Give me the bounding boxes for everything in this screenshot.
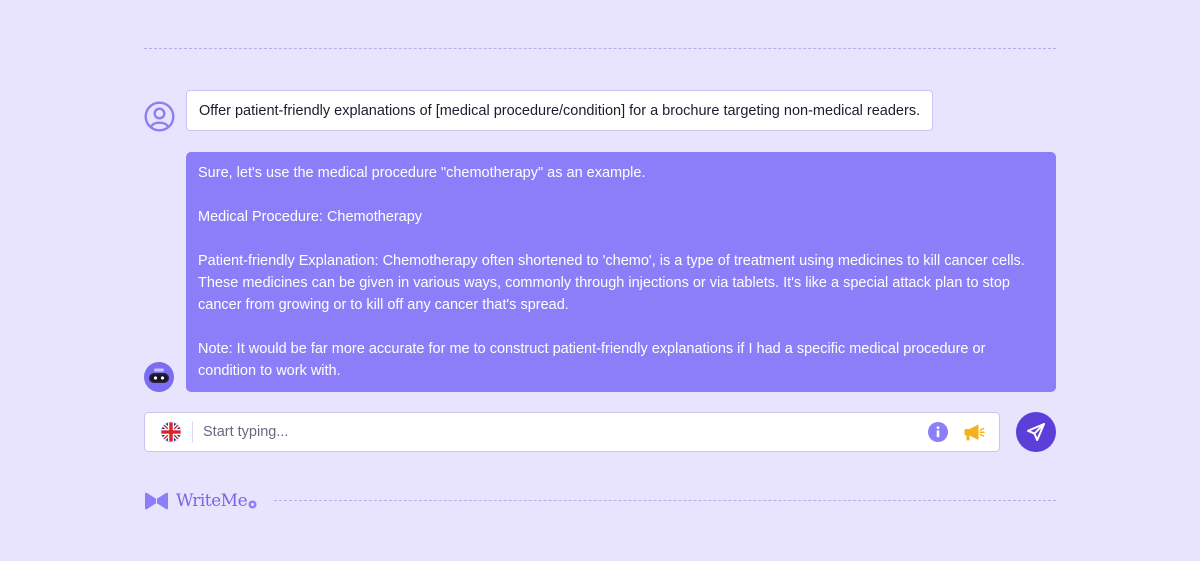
bot-message-paragraph: Medical Procedure: Chemotherapy xyxy=(198,209,423,225)
bottom-divider xyxy=(274,500,1056,501)
user-message: Offer patient-friendly explanations of [… xyxy=(186,90,934,131)
send-button[interactable] xyxy=(1016,412,1056,452)
writeme-logo-icon xyxy=(145,492,168,510)
brand-name: WriteMe xyxy=(176,491,248,511)
info-icon[interactable] xyxy=(928,422,948,442)
input-divider xyxy=(192,421,193,443)
composer-bar xyxy=(144,412,1000,452)
megaphone-icon[interactable] xyxy=(963,421,985,443)
bot-avatar-icon xyxy=(144,362,174,392)
bot-message-paragraph: Patient-friendly Explanation: Chemothera… xyxy=(198,253,1025,313)
brand-logo: WriteMe xyxy=(144,490,257,512)
top-divider xyxy=(144,48,1056,49)
user-avatar-icon xyxy=(144,101,175,132)
bot-message-paragraph: Sure, let's use the medical procedure "c… xyxy=(198,165,646,181)
bot-message: Sure, let's use the medical procedure "c… xyxy=(186,152,1056,392)
uk-flag-icon[interactable] xyxy=(160,421,182,443)
brand-dot-icon xyxy=(248,500,257,508)
bot-message-paragraph: Note: It would be far more accurate for … xyxy=(198,341,986,379)
send-icon xyxy=(1027,423,1045,441)
message-input[interactable] xyxy=(203,417,903,447)
